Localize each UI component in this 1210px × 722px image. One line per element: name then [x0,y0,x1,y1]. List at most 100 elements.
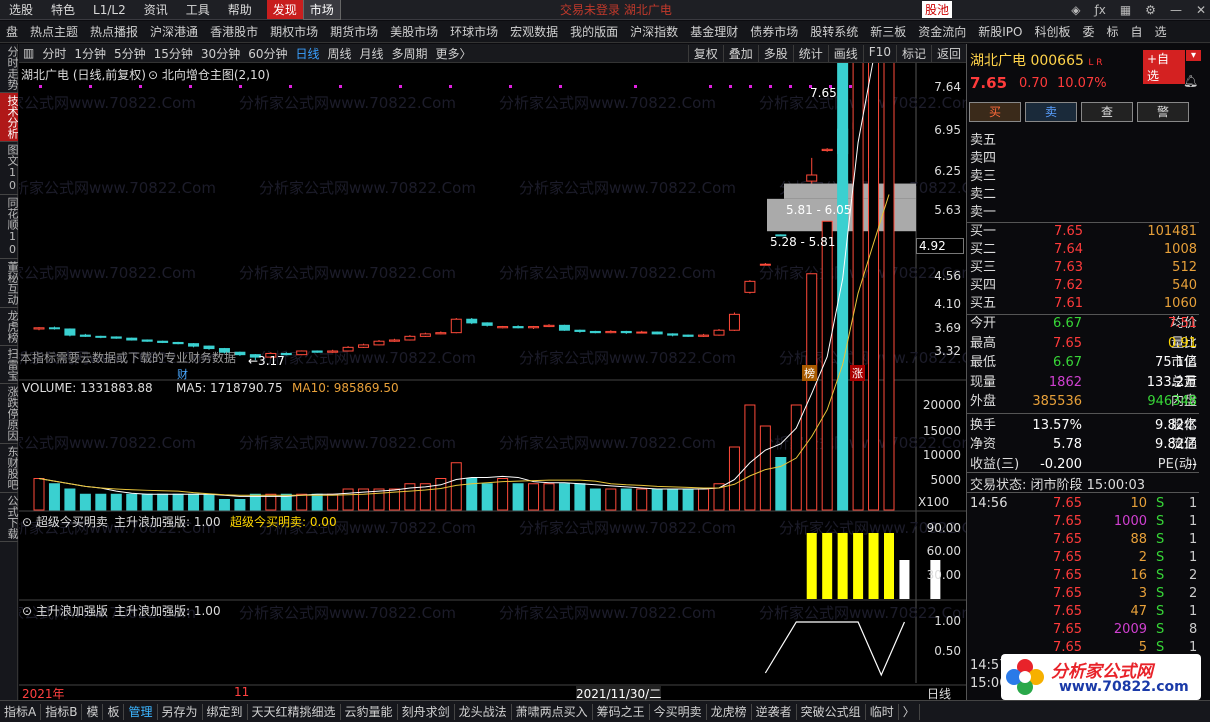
close-icon[interactable]: ✕ [1196,3,1206,17]
indicator-tab[interactable]: 筹码之王 [593,703,650,720]
indicator-tab[interactable]: 绑定到 [203,703,248,720]
indicator-tab[interactable]: 云豹量能 [341,703,398,720]
nav-item[interactable]: 香港股市 [204,23,264,40]
left-tab[interactable]: 扫雷宝 [0,346,19,384]
chart-tool-button[interactable]: 画线 [827,44,863,62]
nav-item[interactable]: 自 [1125,23,1149,40]
nav-item[interactable]: 宏观数据 [504,23,564,40]
nav-item[interactable]: 选 [1149,23,1173,40]
chart-tool-button[interactable]: 叠加 [722,44,758,62]
period-tab[interactable]: 周线 [324,45,356,62]
bid-row[interactable]: 买五 7.61 1060 [967,295,1199,313]
indicator-tab[interactable]: 天天红精挑细选 [248,703,341,720]
indicator-tab[interactable]: 临时 [866,703,899,720]
menu-item-select[interactable]: 选股 [0,1,42,18]
grid-icon[interactable]: ▦ [1120,3,1131,17]
nav-item[interactable]: 期货市场 [324,23,384,40]
bid-row[interactable]: 买二 7.64 1008 [967,241,1199,259]
alert-button[interactable]: 警 [1137,102,1189,122]
nav-item[interactable]: 标 [1101,23,1125,40]
indicator-tab[interactable]: 突破公式组 [797,703,866,720]
gear-icon[interactable]: ⚙ [1145,3,1156,17]
nav-item[interactable]: 我的版面 [564,23,624,40]
indicator-tab[interactable]: 指标A [0,703,42,720]
nav-item[interactable]: 资金流向 [912,23,972,40]
nav-item[interactable]: 沪深指数 [624,23,684,40]
nav-item[interactable]: 环球市场 [444,23,504,40]
nav-item[interactable]: 盘 [0,23,24,40]
indicator-tab[interactable]: 另存为 [158,703,203,720]
discover-button[interactable]: 发现 [266,0,303,19]
chart-tool-button[interactable]: F10 [862,44,896,62]
ask-row[interactable]: 卖五 [967,132,1199,150]
left-tab[interactable]: 董秘互动 [0,259,19,308]
menu-item-tools[interactable]: 工具 [177,1,219,18]
nav-item[interactable]: 热点播报 [84,23,144,40]
menu-item-help[interactable]: 帮助 [219,1,261,18]
menu-item-l1l2[interactable]: L1/L2 [84,3,135,17]
nav-item[interactable]: 期权市场 [264,23,324,40]
indicator-tab[interactable]: 〉 [899,703,920,720]
indicator-tab[interactable]: 管理 [124,703,158,720]
market-button[interactable]: 市场 [302,0,341,20]
left-tab[interactable]: 公式下载 [0,493,19,542]
rank-marker[interactable]: 榜 [802,365,817,381]
indicator-tab[interactable]: 模 [82,703,104,720]
period-tab[interactable]: 30分钟 [197,45,244,62]
chart-tool-button[interactable]: 统计 [792,44,828,62]
left-tab[interactable]: 分时走势 [0,44,19,93]
ask-row[interactable]: 卖二 [967,186,1199,204]
left-tab[interactable]: 技术分析 [0,93,19,142]
nav-item[interactable]: 基金理财 [684,23,744,40]
stock-pool-button[interactable]: 股池 [922,1,953,18]
query-button[interactable]: 查 [1081,102,1133,122]
chart-tool-button[interactable]: 标记 [895,44,931,62]
ask-row[interactable]: 卖一 [967,204,1199,222]
indicator-tab[interactable]: 逆袭者 [752,703,797,720]
nav-item[interactable]: 热点主题 [24,23,84,40]
bid-row[interactable]: 买一 7.65 101481 [967,223,1199,241]
period-tab[interactable]: 分时 [38,45,70,62]
limitup-marker[interactable]: 涨 [850,365,865,381]
minimize-icon[interactable]: — [1170,3,1182,17]
bell-icon[interactable]: 🔔︎ [1183,74,1198,88]
indicator-tab[interactable]: 刻舟求剑 [398,703,455,720]
indicator-tab[interactable]: 板 [103,703,125,720]
period-tab[interactable]: 日线 [291,45,323,62]
period-tab[interactable]: 更多〉 [432,45,476,62]
sell-button[interactable]: 卖 [1025,102,1077,122]
left-tab[interactable]: 图文10 [0,142,19,195]
indicator-tab[interactable]: 萧啸两点买入 [512,703,593,720]
layers-icon[interactable]: ◈ [1071,3,1080,17]
indicator-tab[interactable]: 龙虎榜 [707,703,752,720]
chevron-down-icon[interactable]: ▾ [1186,50,1201,61]
indicator-tab[interactable]: 今买明卖 [650,703,707,720]
ask-row[interactable]: 卖三 [967,168,1199,186]
indicator-tab[interactable]: 指标B [41,703,83,720]
layout-icon[interactable]: ▥ [19,46,38,60]
buy-button[interactable]: 买 [969,102,1021,122]
nav-item[interactable]: 股转系统 [804,23,864,40]
period-tab[interactable]: 1分钟 [70,45,110,62]
nav-item[interactable]: 委 [1077,23,1101,40]
nav-item[interactable]: 新三板 [864,23,912,40]
add-watchlist-button[interactable]: +自选 [1143,50,1185,84]
chart-tool-button[interactable]: 复权 [687,44,723,62]
menu-item-feature[interactable]: 特色 [42,1,84,18]
period-tab[interactable]: 15分钟 [150,45,197,62]
left-tab[interactable]: 同花顺10 [0,195,19,259]
period-tab[interactable]: 60分钟 [244,45,291,62]
period-tab[interactable]: 多周期 [388,45,432,62]
period-tab[interactable]: 月线 [356,45,388,62]
left-tab[interactable]: 龙虎榜 [0,308,19,346]
nav-item[interactable]: 债券市场 [744,23,804,40]
nav-item[interactable]: 美股市场 [384,23,444,40]
menu-item-news[interactable]: 资讯 [135,1,177,18]
ask-row[interactable]: 卖四 [967,150,1199,168]
nav-item[interactable]: 科创板 [1029,23,1077,40]
chart-tool-button[interactable]: 返回 [930,44,966,62]
nav-item[interactable]: 沪深港通 [144,23,204,40]
bid-row[interactable]: 买四 7.62 540 [967,277,1199,295]
kchart-indicator[interactable]: ⊙ 北向增仓主图(2,10) [148,66,270,83]
nav-item[interactable]: 新股IPO [972,23,1028,40]
